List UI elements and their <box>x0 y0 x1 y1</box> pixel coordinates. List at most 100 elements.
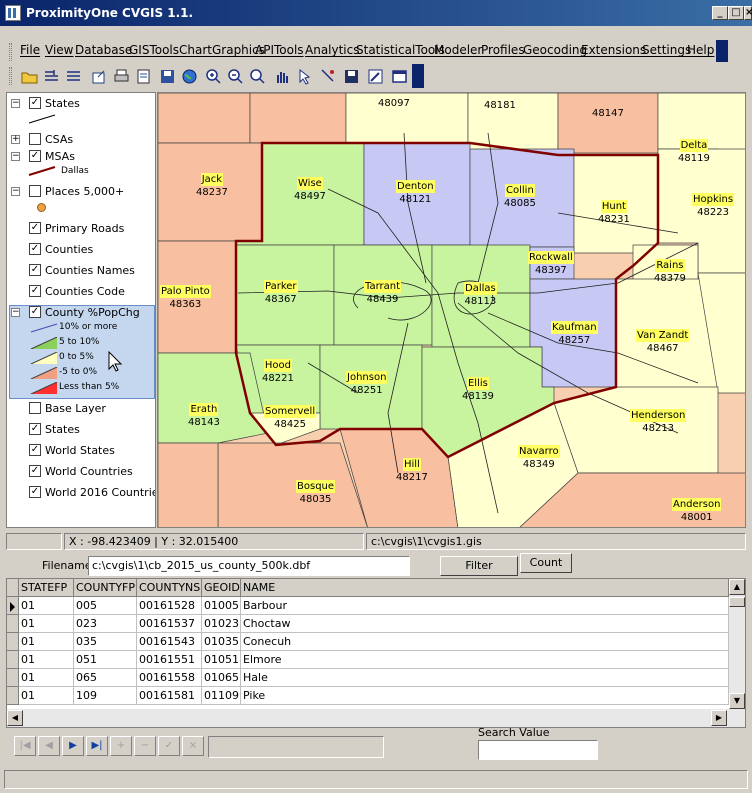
table-cell[interactable]: Elmore <box>241 651 729 669</box>
menu-modeler[interactable]: Modeler <box>434 43 482 57</box>
count-button[interactable]: Count <box>520 553 572 573</box>
layer-world-2016-countries[interactable]: ✓ World 2016 Countries <box>7 484 155 502</box>
menu-help[interactable]: Help <box>687 43 714 57</box>
column-header[interactable]: NAME <box>241 579 729 597</box>
table-cell[interactable]: 01051 <box>202 651 241 669</box>
pan-hand-icon[interactable] <box>272 67 291 86</box>
zoom-in-icon[interactable] <box>204 67 223 86</box>
zoom-icon[interactable] <box>248 67 267 86</box>
column-header[interactable]: GEOID <box>202 579 241 597</box>
table-cell[interactable]: 01 <box>19 651 74 669</box>
save-icon[interactable] <box>342 67 361 86</box>
menu-geocoding[interactable]: Geocoding <box>523 43 587 57</box>
layer-msas[interactable]: − ✓ MSAs <box>7 148 155 166</box>
menu-profiles[interactable]: Profiles <box>481 43 525 57</box>
menu-statisticaltools[interactable]: StatisticalTools <box>356 43 445 57</box>
table-cell[interactable]: 01 <box>19 615 74 633</box>
table-cell[interactable]: 065 <box>74 669 137 687</box>
table-cell[interactable]: 01005 <box>202 597 241 615</box>
minimize-button[interactable]: _ <box>712 6 728 20</box>
menu-overflow-chevron[interactable] <box>716 40 728 62</box>
layer-states[interactable]: − ✓ States <box>7 95 155 113</box>
layer-counties-code[interactable]: ✓ Counties Code <box>7 283 155 301</box>
filename-field[interactable]: c:\cvgis\1\cb_2015_us_county_500k.dbf <box>88 556 410 576</box>
table-cell[interactable]: 01 <box>19 633 74 651</box>
layer-places[interactable]: − Places 5,000+ <box>7 183 155 201</box>
select-arrow-icon[interactable] <box>296 67 315 86</box>
next-record-icon[interactable]: ▶ <box>62 736 84 756</box>
table-cell[interactable]: 00161558 <box>137 669 202 687</box>
menu-database[interactable]: Database <box>75 43 132 57</box>
table-cell[interactable]: 00161543 <box>137 633 202 651</box>
delete-record-icon[interactable]: − <box>134 736 156 756</box>
layer-checkbox[interactable]: ✓ <box>29 150 41 162</box>
layer-list-icon[interactable] <box>64 67 83 86</box>
table-cell[interactable]: Conecuh <box>241 633 729 651</box>
layer-world-countries[interactable]: ✓ World Countries <box>7 463 155 481</box>
table-cell[interactable]: 023 <box>74 615 137 633</box>
table-cell[interactable]: 01035 <box>202 633 241 651</box>
scroll-left-button[interactable]: ◀ <box>7 710 23 726</box>
full-extent-icon[interactable] <box>366 67 385 86</box>
filter-button[interactable]: Filter <box>440 556 518 576</box>
globe-icon[interactable] <box>180 67 199 86</box>
layer-checkbox[interactable]: ✓ <box>29 486 41 498</box>
map-canvas[interactable]: 48097 48181 48147 Delta 48119 Jack 48237 W… <box>157 92 746 528</box>
last-record-icon[interactable]: ▶| <box>86 736 108 756</box>
layer-checkbox[interactable]: ✓ <box>29 306 41 318</box>
table-cell[interactable]: 005 <box>74 597 137 615</box>
table-vertical-scrollbar[interactable]: ▲ ▼ <box>729 579 745 709</box>
menu-apitools[interactable]: APITools <box>255 43 304 57</box>
layer-states-2[interactable]: ✓ States <box>7 421 155 439</box>
window-icon[interactable] <box>390 67 409 86</box>
layer-world-states[interactable]: ✓ World States <box>7 442 155 460</box>
table-cell[interactable]: 01 <box>19 687 74 705</box>
table-cell[interactable]: 00161528 <box>137 597 202 615</box>
table-cell[interactable]: 00161581 <box>137 687 202 705</box>
insert-record-icon[interactable]: + <box>110 736 132 756</box>
cancel-record-icon[interactable]: × <box>182 736 204 756</box>
close-button[interactable]: × <box>744 6 752 20</box>
identify-icon[interactable] <box>318 67 337 86</box>
layer-checkbox[interactable]: ✓ <box>29 264 41 276</box>
layer-checkbox[interactable] <box>29 402 41 414</box>
layer-checkbox[interactable]: ✓ <box>29 97 41 109</box>
post-record-icon[interactable]: ✓ <box>158 736 180 756</box>
scroll-right-button[interactable]: ▶ <box>711 710 727 726</box>
layer-county-popchg[interactable]: − ✓ County %PopChg <box>7 304 155 322</box>
table-cell[interactable]: 109 <box>74 687 137 705</box>
column-header[interactable]: COUNTYNS <box>137 579 202 597</box>
table-cell[interactable]: 00161537 <box>137 615 202 633</box>
menu-view[interactable]: View <box>45 43 73 57</box>
search-value-input[interactable] <box>478 740 598 760</box>
layer-checkbox[interactable]: ✓ <box>29 222 41 234</box>
table-cell[interactable]: 01 <box>19 669 74 687</box>
layer-checkbox[interactable] <box>29 185 41 197</box>
layer-checkbox[interactable]: ✓ <box>29 465 41 477</box>
table-cell[interactable]: 01023 <box>202 615 241 633</box>
collapse-toggle[interactable]: − <box>11 187 20 196</box>
first-record-icon[interactable]: |◀ <box>14 736 36 756</box>
scroll-thumb[interactable] <box>729 597 745 607</box>
scroll-up-button[interactable]: ▲ <box>729 579 745 595</box>
layer-primary-roads[interactable]: ✓ Primary Roads <box>7 220 155 238</box>
open-folder-icon[interactable] <box>20 67 39 86</box>
menu-settings[interactable]: Settings <box>642 43 691 57</box>
save-map-icon[interactable] <box>158 67 177 86</box>
layer-checkbox[interactable]: ✓ <box>29 444 41 456</box>
column-header[interactable]: COUNTYFP <box>74 579 137 597</box>
collapse-toggle[interactable]: − <box>11 308 20 317</box>
layer-checkbox[interactable]: ✓ <box>29 423 41 435</box>
properties-icon[interactable] <box>134 67 153 86</box>
collapse-toggle[interactable]: − <box>11 152 20 161</box>
layer-base[interactable]: Base Layer <box>7 400 155 418</box>
table-cell[interactable]: 01 <box>19 597 74 615</box>
table-cell[interactable]: 00161551 <box>137 651 202 669</box>
layer-counties-names[interactable]: ✓ Counties Names <box>7 262 155 280</box>
toolbar-overflow-chevron[interactable] <box>412 64 424 88</box>
scroll-down-button[interactable]: ▼ <box>729 693 745 709</box>
table-cell[interactable]: Hale <box>241 669 729 687</box>
menu-file[interactable]: File <box>20 43 40 57</box>
table-cell[interactable]: 01109 <box>202 687 241 705</box>
layer-counties[interactable]: ✓ Counties <box>7 241 155 259</box>
